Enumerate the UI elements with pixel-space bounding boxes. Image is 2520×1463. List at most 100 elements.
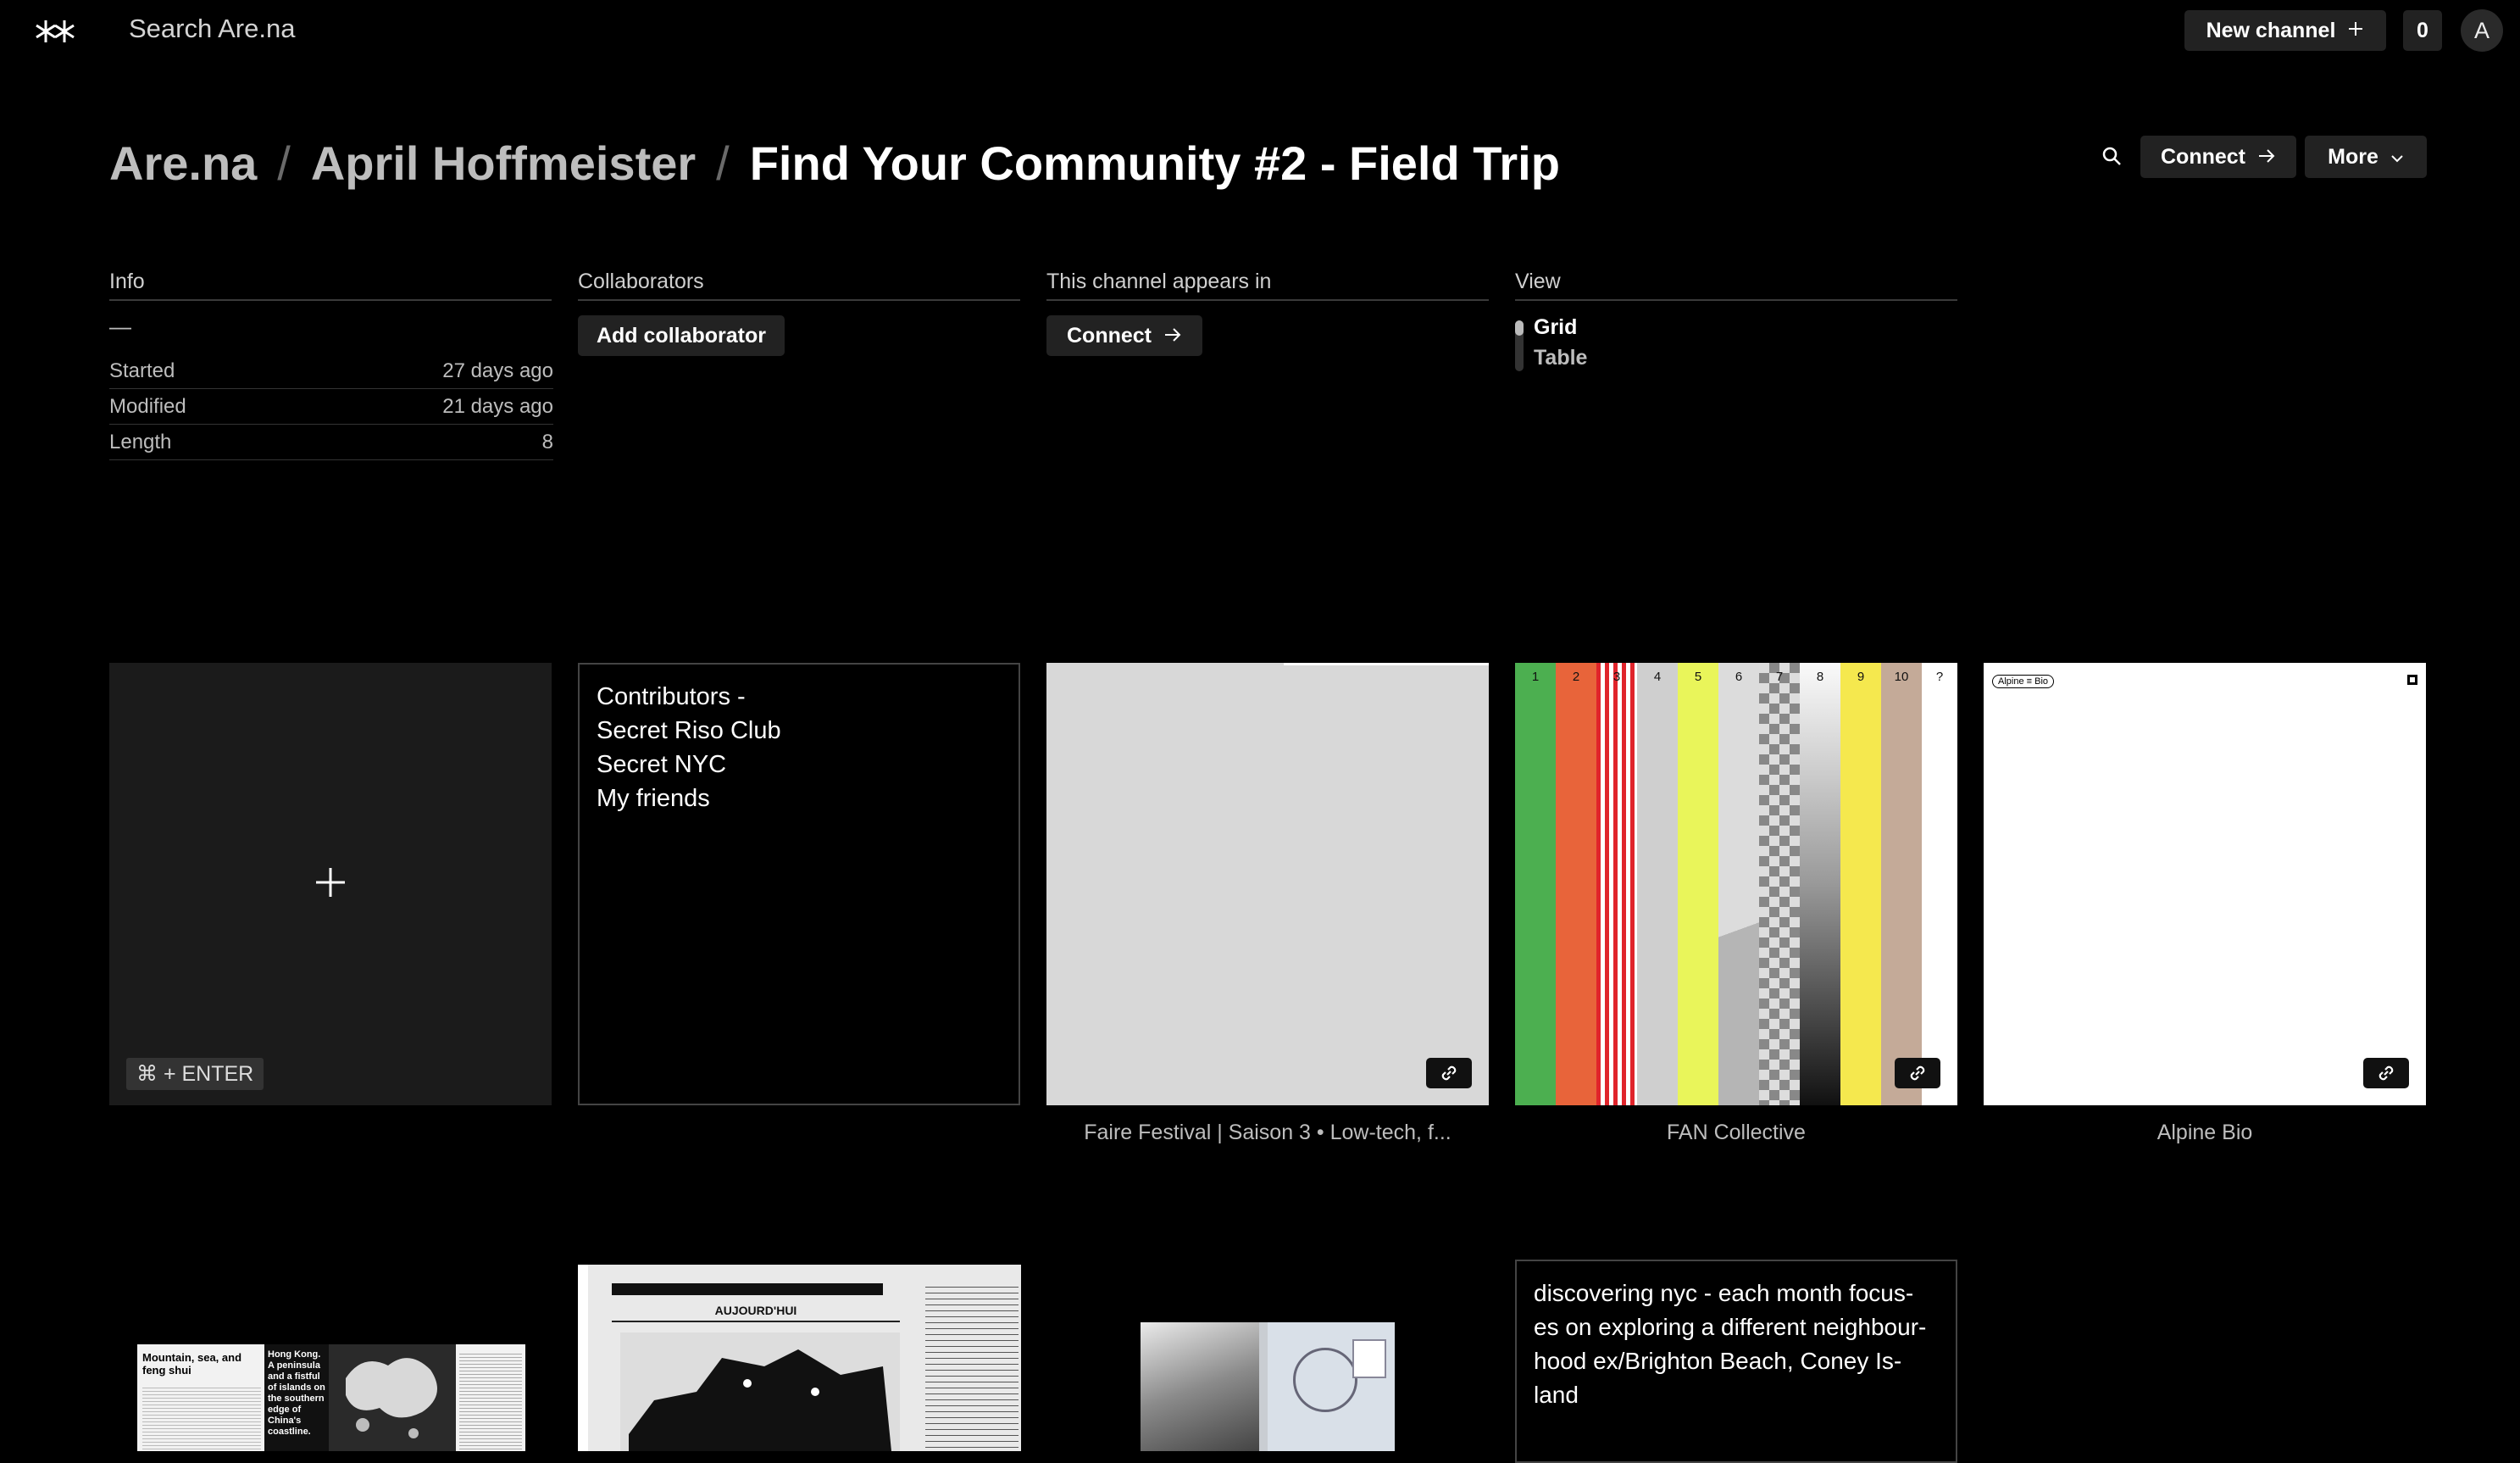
user-avatar[interactable]: A [2461, 9, 2503, 52]
color-stripe: 8 [1800, 663, 1840, 1105]
page-edge [578, 1265, 588, 1451]
stripe-number: ? [1935, 670, 1944, 684]
stripe-number: 4 [1653, 670, 1662, 684]
collaborators-heading: Collaborators [578, 270, 1020, 301]
text-block-content: Contributors - Secret Riso Club Secret N… [597, 683, 781, 812]
arena-logo-icon[interactable] [32, 15, 78, 47]
mountain-photo [1141, 1322, 1259, 1451]
stripe-number: 2 [1572, 670, 1580, 684]
color-stripe: 9 [1840, 663, 1881, 1105]
page-title: Find Your Community #2 - Field Trip [749, 136, 1560, 190]
alpine-bio-logo: Alpine ≡ Bio [1992, 675, 2055, 688]
map-title: Mountain, sea, and feng shui [142, 1351, 242, 1377]
stripe-number: 1 [1531, 670, 1540, 684]
connect-channel-button[interactable]: Connect [1046, 315, 1202, 356]
info-row-length: Length 8 [109, 431, 553, 460]
plus-icon [314, 866, 347, 898]
info-row-modified: Modified 21 days ago [109, 395, 553, 425]
color-stripe: 1 [1515, 663, 1556, 1105]
color-stripe: 4 [1637, 663, 1678, 1105]
breadcrumb-separator: / [277, 136, 291, 190]
stripe-number: 3 [1612, 670, 1621, 684]
connect-label: Connect [2161, 144, 2245, 169]
view-toggle-indicator [1515, 320, 1524, 336]
map-subtitle: Hong Kong. A peninsula and a fistful of … [268, 1349, 325, 1437]
color-stripe: 7 [1759, 663, 1800, 1105]
info-heading: Info [109, 270, 552, 301]
breadcrumb-root-link[interactable]: Are.na [109, 136, 257, 191]
more-dropdown-button[interactable]: More [2305, 136, 2427, 178]
map-dark-panel: Hong Kong. A peninsula and a fistful of … [264, 1344, 329, 1451]
new-block-tile[interactable]: ⌘ + ENTER [109, 663, 552, 1105]
article-text-lines [459, 1351, 522, 1451]
notification-count-button[interactable]: 0 [2403, 10, 2442, 51]
image-block-weather-newspaper[interactable]: AUJOURD'HUI [578, 1265, 1021, 1451]
connect-button[interactable]: Connect [2140, 136, 2296, 178]
color-stripe: 2 [1556, 663, 1596, 1105]
block-caption[interactable]: FAN Collective [1515, 1121, 1957, 1145]
article-text-lines [142, 1385, 261, 1451]
info-value: 27 days ago [442, 359, 553, 382]
color-stripe: 5 [1678, 663, 1718, 1105]
color-stripe: 6 [1718, 663, 1759, 1105]
block-caption[interactable]: Faire Festival | Saison 3 • Low-tech, f.… [1046, 1121, 1489, 1145]
block-caption[interactable]: Alpine Bio [1984, 1121, 2426, 1145]
stripe-number: 8 [1816, 670, 1824, 684]
new-channel-label: New channel [2206, 18, 2336, 42]
link-block-faire-festival[interactable] [1046, 663, 1489, 1105]
link-icon [1426, 1058, 1472, 1088]
info-row-started: Started 27 days ago [109, 359, 553, 389]
postmark-stamp [1293, 1348, 1357, 1412]
breadcrumb-separator: / [716, 136, 730, 190]
view-heading: View [1515, 270, 1957, 301]
avatar-initial: A [2473, 17, 2489, 43]
keyboard-shortcut-hint: ⌘ + ENTER [126, 1058, 264, 1090]
newspaper-header-bar [612, 1283, 883, 1295]
link-block-fan-collective[interactable]: 1 2 3 4 5 6 7 8 9 10 ? [1515, 663, 1957, 1105]
stripe-number: 6 [1735, 670, 1743, 684]
info-label: Length [109, 431, 172, 453]
info-value: 8 [541, 431, 553, 453]
stripe-number: 10 [1894, 670, 1909, 684]
view-option-grid[interactable]: Grid [1534, 315, 1577, 340]
info-label: Modified [109, 395, 186, 418]
breadcrumb-user-link[interactable]: April Hoffmeister [311, 136, 696, 191]
map-image [329, 1344, 456, 1451]
text-block-contributors[interactable]: Contributors - Secret Riso Club Secret N… [578, 663, 1020, 1105]
weather-table [925, 1282, 1019, 1451]
stripe-number: 5 [1694, 670, 1702, 684]
stripe-number: 9 [1857, 670, 1865, 684]
image-block-postcard[interactable] [1141, 1322, 1395, 1451]
view-option-table[interactable]: Table [1534, 346, 1587, 370]
channel-description[interactable]: — [109, 314, 131, 340]
postage-stamp [1352, 1339, 1386, 1378]
new-channel-button[interactable]: New channel [2184, 10, 2386, 51]
add-collaborator-label: Add collaborator [596, 323, 766, 348]
color-stripe: 3 [1596, 663, 1637, 1105]
notification-count: 0 [2417, 18, 2428, 42]
chevron-down-icon [2390, 145, 2404, 170]
text-block-discovering-nyc[interactable]: discovering nyc - each month focus- es o… [1515, 1260, 1957, 1463]
appears-in-heading: This channel appears in [1046, 270, 1489, 301]
more-label: More [2328, 144, 2378, 169]
add-collaborator-button[interactable]: Add collaborator [578, 315, 785, 356]
connect-label: Connect [1067, 323, 1152, 348]
text-block-content: discovering nyc - each month focus- es o… [1534, 1280, 1927, 1408]
square-icon [2407, 675, 2417, 685]
link-icon [1895, 1058, 1940, 1088]
info-label: Started [109, 359, 175, 382]
link-icon [2363, 1058, 2409, 1088]
postcard-back [1268, 1322, 1395, 1451]
breadcrumb: Are.na / April Hoffmeister / Find Your C… [109, 136, 1560, 191]
arrow-right-icon [2257, 145, 2276, 170]
image-top-edge [1284, 663, 1489, 665]
link-block-alpine-bio[interactable]: Alpine ≡ Bio [1984, 663, 2426, 1105]
arrow-right-icon [1163, 324, 1182, 348]
info-value: 21 days ago [442, 395, 553, 418]
global-search-input[interactable]: Search Are.na [129, 14, 295, 44]
color-stripe: 10 [1881, 663, 1922, 1105]
image-block-hong-kong-map[interactable]: Mountain, sea, and feng shui Hong Kong. … [137, 1344, 525, 1451]
newspaper-banner: AUJOURD'HUI [612, 1304, 900, 1322]
channel-search-icon[interactable] [2100, 144, 2125, 170]
color-stripe: ? [1922, 663, 1957, 1105]
